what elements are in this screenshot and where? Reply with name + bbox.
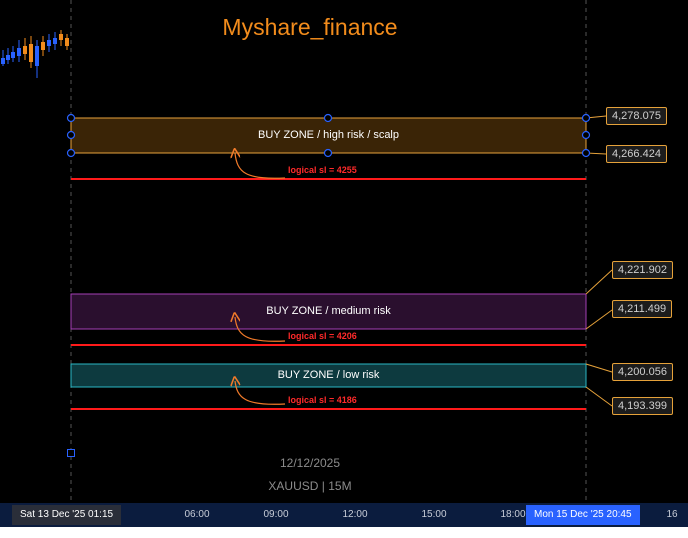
time-tick: 15:00 <box>421 509 447 520</box>
zone-handle[interactable] <box>323 113 333 123</box>
candle-body <box>1 58 5 64</box>
price-connector <box>585 363 613 373</box>
candle-body <box>6 55 10 60</box>
time-axis-right-value: 16 <box>666 509 678 520</box>
zone-handle[interactable] <box>581 148 591 158</box>
zones-layer <box>66 113 613 410</box>
zone-label-low: BUY ZONE / low risk <box>277 369 380 381</box>
price-tag-high-top[interactable]: 4,278.075 <box>606 107 667 125</box>
time-tick: 06:00 <box>184 509 210 520</box>
sl-label-high: logical sl = 4255 <box>288 165 357 175</box>
price-tag-high-bottom[interactable]: 4,266.424 <box>606 145 667 163</box>
zone-handle[interactable] <box>581 113 591 123</box>
time-cursor-right: Mon 15 Dec '25 20:45 <box>526 505 640 525</box>
time-tick: 18:00 <box>500 509 526 520</box>
zone-handle[interactable] <box>66 148 76 158</box>
price-tag-low-bottom[interactable]: 4,193.399 <box>612 397 673 415</box>
zone-handle[interactable] <box>66 113 76 123</box>
candle-body <box>35 46 39 66</box>
bottom-strip <box>0 527 688 538</box>
candle-body <box>29 44 33 62</box>
price-connector <box>585 269 613 295</box>
price-tag-medium-top[interactable]: 4,221.902 <box>612 261 673 279</box>
price-tag-low-top[interactable]: 4,200.056 <box>612 363 673 381</box>
zone-label-high: BUY ZONE / high risk / scalp <box>257 129 399 141</box>
candle-body <box>11 52 15 58</box>
sl-label-medium: logical sl = 4206 <box>288 331 357 341</box>
candle-body <box>23 46 27 54</box>
price-tag-medium-bottom[interactable]: 4,211.499 <box>612 300 673 318</box>
price-connector <box>585 309 613 330</box>
time-cursor-left: Sat 13 Dec '25 01:15 <box>12 505 122 525</box>
time-tick: 09:00 <box>263 509 289 520</box>
chart-title: Myshare_finance <box>222 14 398 40</box>
time-tick: 12:00 <box>342 509 368 520</box>
zone-handle[interactable] <box>323 148 333 158</box>
price-connector <box>585 386 613 407</box>
sl-label-low: logical sl = 4186 <box>288 395 357 405</box>
zone-label-medium: BUY ZONE / medium risk <box>266 305 391 317</box>
chart-area[interactable]: Myshare_finance BUY ZONE / high risk / s… <box>0 0 688 538</box>
watermark-date: 12/12/2025 <box>279 456 341 470</box>
candle-body <box>17 48 21 56</box>
zone-arrow <box>235 153 286 179</box>
candle-body <box>41 42 45 50</box>
watermark-symbol: XAUUSD | 15M <box>268 479 352 493</box>
